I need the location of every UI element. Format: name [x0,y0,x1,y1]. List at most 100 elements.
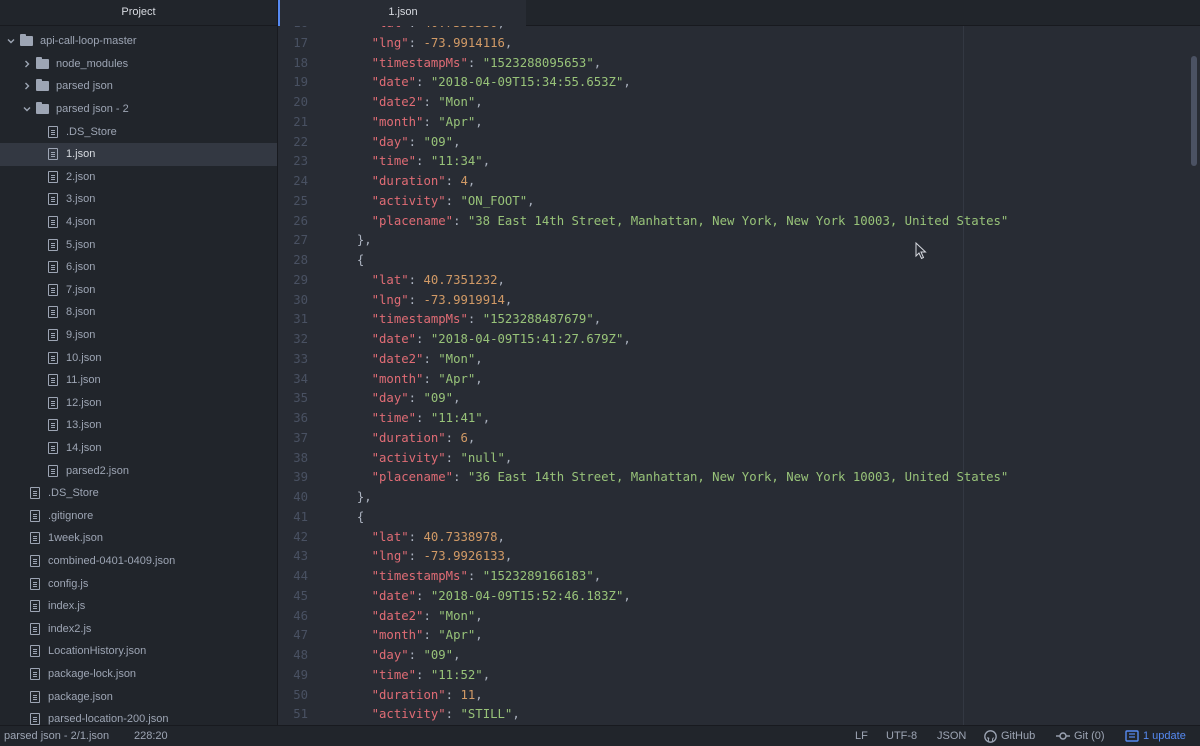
project-panel-title[interactable]: Project [0,0,277,26]
code-line[interactable]: 47 "month": "Apr", [278,626,1200,646]
code-line[interactable]: 48 "day": "09", [278,646,1200,666]
tree-file[interactable]: 1week.json [0,527,277,550]
line-number[interactable]: 38 [278,449,308,469]
line-number[interactable]: 28 [278,251,308,271]
status-file-path[interactable]: parsed json - 2/1.json [4,726,109,746]
tree-file[interactable]: .gitignore [0,504,277,527]
line-number[interactable]: 19 [278,73,308,93]
chevron-down-icon[interactable] [22,105,32,113]
code-line[interactable]: 20 "date2": "Mon", [278,93,1200,113]
code-line[interactable]: 35 "day": "09", [278,389,1200,409]
code-line[interactable]: 36 "time": "11:41", [278,409,1200,429]
status-git[interactable]: Git (0) [1056,726,1105,746]
line-number[interactable]: 39 [278,468,308,488]
line-number[interactable]: 29 [278,271,308,291]
code-line[interactable]: 39 "placename": "36 East 14th Street, Ma… [278,468,1200,488]
code-line[interactable]: 18 "timestampMs": "1523288095653", [278,54,1200,74]
tree-file[interactable]: .DS_Store [0,482,277,505]
code-line[interactable]: 32 "date": "2018-04-09T15:41:27.679Z", [278,330,1200,350]
line-number[interactable]: 21 [278,113,308,133]
line-number[interactable]: 17 [278,34,308,54]
status-update[interactable]: 1 update [1125,726,1186,746]
line-number[interactable]: 36 [278,409,308,429]
line-number[interactable]: 32 [278,330,308,350]
code-line[interactable]: 22 "day": "09", [278,133,1200,153]
line-number[interactable]: 24 [278,172,308,192]
tree-file[interactable]: config.js [0,572,277,595]
text-editor[interactable]: 16 "lat": 40.7338330,17 "lng": -73.99141… [278,26,1200,726]
tree-file[interactable]: combined-0401-0409.json [0,550,277,573]
line-number[interactable]: 18 [278,54,308,74]
line-number[interactable]: 31 [278,310,308,330]
tree-file[interactable]: parsed2.json [0,459,277,482]
code-line[interactable]: 44 "timestampMs": "1523289166183", [278,567,1200,587]
line-number[interactable]: 51 [278,705,308,725]
line-number[interactable]: 20 [278,93,308,113]
tree-file[interactable]: 9.json [0,324,277,347]
tree-file[interactable]: 11.json [0,369,277,392]
code-line[interactable]: 49 "time": "11:52", [278,666,1200,686]
status-grammar[interactable]: JSON [937,726,966,746]
code-line[interactable]: 33 "date2": "Mon", [278,350,1200,370]
chevron-right-icon[interactable] [22,60,32,68]
line-number[interactable]: 25 [278,192,308,212]
line-number[interactable]: 37 [278,429,308,449]
tree-file[interactable]: package.json [0,685,277,708]
line-number[interactable]: 30 [278,291,308,311]
code-line[interactable]: 26 "placename": "38 East 14th Street, Ma… [278,212,1200,232]
code-line[interactable]: 38 "activity": "null", [278,449,1200,469]
code-line[interactable]: 42 "lat": 40.7338978, [278,528,1200,548]
line-number[interactable]: 47 [278,626,308,646]
code-line[interactable]: 19 "date": "2018-04-09T15:34:55.653Z", [278,73,1200,93]
line-number[interactable]: 26 [278,212,308,232]
tree-file[interactable]: index2.js [0,617,277,640]
tree-folder[interactable]: parsed json [0,75,277,98]
code-line[interactable]: 40 }, [278,488,1200,508]
line-number[interactable]: 49 [278,666,308,686]
code-line[interactable]: 24 "duration": 4, [278,172,1200,192]
line-number[interactable]: 27 [278,231,308,251]
line-number[interactable]: 34 [278,370,308,390]
line-number[interactable]: 35 [278,389,308,409]
editor-scrollbar[interactable] [1191,56,1197,166]
code-line[interactable]: 23 "time": "11:34", [278,152,1200,172]
tree-file[interactable]: 8.json [0,301,277,324]
tree-file[interactable]: 2.json [0,166,277,189]
status-cursor-position[interactable]: 228:20 [134,726,168,746]
chevron-right-icon[interactable] [22,82,32,90]
code-line[interactable]: 28 { [278,251,1200,271]
tree-file[interactable]: 7.json [0,279,277,302]
code-line[interactable]: 51 "activity": "STILL", [278,705,1200,725]
status-line-ending[interactable]: LF [855,726,868,746]
status-encoding[interactable]: UTF-8 [886,726,917,746]
line-number[interactable]: 50 [278,686,308,706]
tree-file[interactable]: 12.json [0,392,277,415]
line-number[interactable]: 44 [278,567,308,587]
line-number[interactable]: 45 [278,587,308,607]
tree-file[interactable]: package-lock.json [0,663,277,686]
line-number[interactable]: 22 [278,133,308,153]
code-line[interactable]: 27 }, [278,231,1200,251]
code-line[interactable]: 25 "activity": "ON_FOOT", [278,192,1200,212]
line-number[interactable]: 23 [278,152,308,172]
line-number[interactable]: 41 [278,508,308,528]
tree-file[interactable]: 6.json [0,256,277,279]
chevron-down-icon[interactable] [6,37,16,45]
status-github[interactable]: GitHub [984,726,1035,746]
tab-1-json[interactable]: 1.json [278,0,526,26]
tree-file[interactable]: parsed-location-200.json [0,708,277,726]
tree-file[interactable]: index.js [0,595,277,618]
code-line[interactable]: 16 "lat": 40.7338330, [278,26,1200,34]
tree-file[interactable]: 10.json [0,346,277,369]
code-line[interactable]: 34 "month": "Apr", [278,370,1200,390]
code-line[interactable]: 17 "lng": -73.9914116, [278,34,1200,54]
code-line[interactable]: 37 "duration": 6, [278,429,1200,449]
code-line[interactable]: 31 "timestampMs": "1523288487679", [278,310,1200,330]
line-number[interactable]: 48 [278,646,308,666]
line-number[interactable]: 40 [278,488,308,508]
tree-folder[interactable]: node_modules [0,53,277,76]
tree-folder[interactable]: parsed json - 2 [0,98,277,121]
code-line[interactable]: 21 "month": "Apr", [278,113,1200,133]
code-line[interactable]: 45 "date": "2018-04-09T15:52:46.183Z", [278,587,1200,607]
code-line[interactable]: 41 { [278,508,1200,528]
